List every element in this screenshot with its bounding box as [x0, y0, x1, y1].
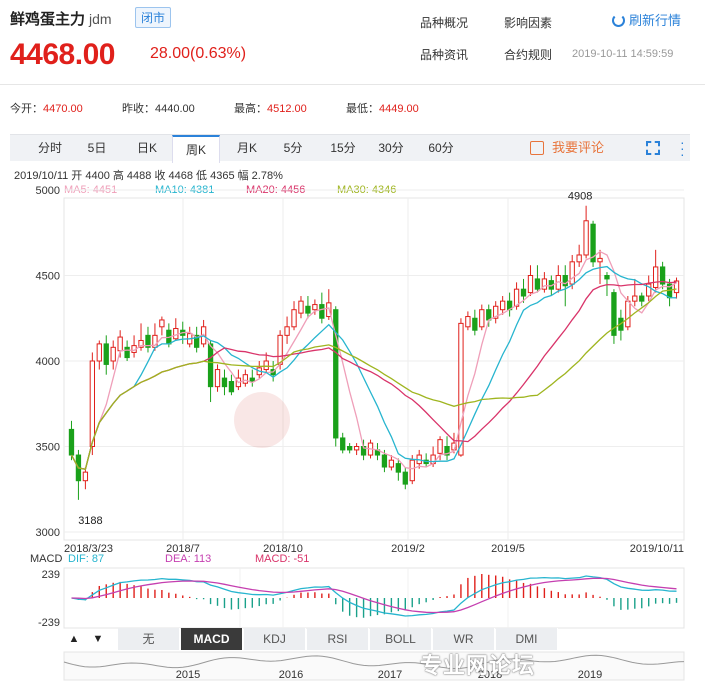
zoom-in-arrow[interactable]: ▲ [62, 628, 86, 650]
candle-body [173, 328, 179, 340]
candle-body [402, 471, 408, 485]
candle-body [597, 257, 603, 263]
candle-body [479, 309, 485, 328]
ma5-line [70, 250, 677, 471]
navigator-year-label: 2017 [378, 669, 402, 681]
candle-body [388, 459, 395, 468]
candle-body [527, 275, 534, 294]
candle-body [625, 300, 631, 328]
candle-body [520, 288, 527, 297]
candle-body [472, 317, 478, 331]
candle-body [569, 261, 575, 285]
candle-body [409, 459, 415, 482]
candle-body [68, 428, 75, 456]
candle-body [221, 377, 228, 388]
y-tick-label: 4000 [36, 356, 60, 368]
high-annotation: 4908 [568, 191, 592, 203]
candle-body [207, 343, 214, 388]
legend-macd: MACD [30, 553, 63, 565]
candle-body [277, 334, 283, 365]
y-tick-label: 3000 [36, 527, 60, 539]
candle-body [103, 343, 109, 365]
candle-body [242, 374, 248, 384]
x-tick-label: 2019/5 [491, 543, 525, 555]
candle-body [465, 316, 471, 328]
candle-body [214, 369, 221, 388]
candle-body [583, 220, 589, 256]
navigator-year-label: 2019 [578, 669, 602, 681]
candle-body [500, 300, 506, 311]
candle-body [82, 471, 89, 482]
candle-body [353, 446, 360, 451]
candle-body [263, 360, 269, 371]
candle-body [305, 305, 311, 314]
indicator-macd[interactable]: MACD [181, 628, 243, 650]
candle-body [458, 322, 464, 456]
candle-body [124, 346, 130, 359]
indicator-rsi[interactable]: RSI [307, 628, 369, 650]
candle-body [486, 309, 492, 321]
navigator-year-label: 2016 [279, 669, 303, 681]
candle-body [159, 319, 165, 328]
low-annotation: 3188 [78, 515, 102, 527]
watermark-overlay: 专业网论坛 [420, 653, 536, 678]
indicator-kdj[interactable]: KDJ [244, 628, 306, 650]
candle-body [117, 336, 123, 352]
indicator-bar: ▲ ▼ 无 MACD KDJ RSI BOLL WR DMI [62, 628, 682, 650]
candle-body [291, 309, 297, 328]
candle-body [96, 343, 102, 362]
candle-body [284, 326, 290, 336]
indicator-boll[interactable]: BOLL [370, 628, 432, 650]
candle-body [228, 381, 235, 393]
legend-macd-value: MACD: -51 [255, 553, 310, 565]
indicator-wr[interactable]: WR [433, 628, 495, 650]
indicator-none[interactable]: 无 [118, 628, 180, 650]
candle-body [347, 446, 353, 451]
zoom-out-arrow[interactable]: ▼ [86, 628, 110, 650]
y-tick-label: 5000 [36, 185, 60, 197]
candle-body [319, 304, 325, 319]
candle-body [89, 360, 95, 447]
macd-tick-top: 239 [42, 569, 60, 581]
candle-body [576, 254, 582, 263]
candle-body [395, 463, 401, 473]
site-watermark-logo [234, 392, 290, 448]
macd-tick-bottom: -239 [38, 617, 60, 629]
candle-body [604, 275, 610, 280]
x-tick-label: 2019/2 [391, 543, 425, 555]
candle-body [381, 454, 388, 468]
candle-body [298, 300, 304, 314]
candle-body [632, 295, 638, 302]
candle-body [653, 266, 659, 288]
x-tick-label: 2019/10/11 [630, 543, 684, 555]
candle-body [437, 439, 443, 454]
ma30-line [70, 288, 677, 471]
legend-dif: DIF: 87 [68, 553, 105, 565]
y-tick-label: 4500 [36, 271, 60, 283]
candle-body [312, 304, 318, 311]
legend-dea: DEA: 113 [165, 553, 212, 565]
candle-body [639, 295, 645, 302]
kline-chart[interactable]: 500045004000350030002018/3/23 2018/7 2018/… [0, 0, 705, 685]
ma20-line [70, 280, 677, 471]
y-tick-label: 3500 [36, 442, 60, 454]
indicator-dmi[interactable]: DMI [496, 628, 558, 650]
candle-body [534, 278, 541, 290]
candle-body [340, 437, 346, 451]
navigator-year-label: 2015 [176, 669, 200, 681]
candle-body [110, 346, 116, 362]
